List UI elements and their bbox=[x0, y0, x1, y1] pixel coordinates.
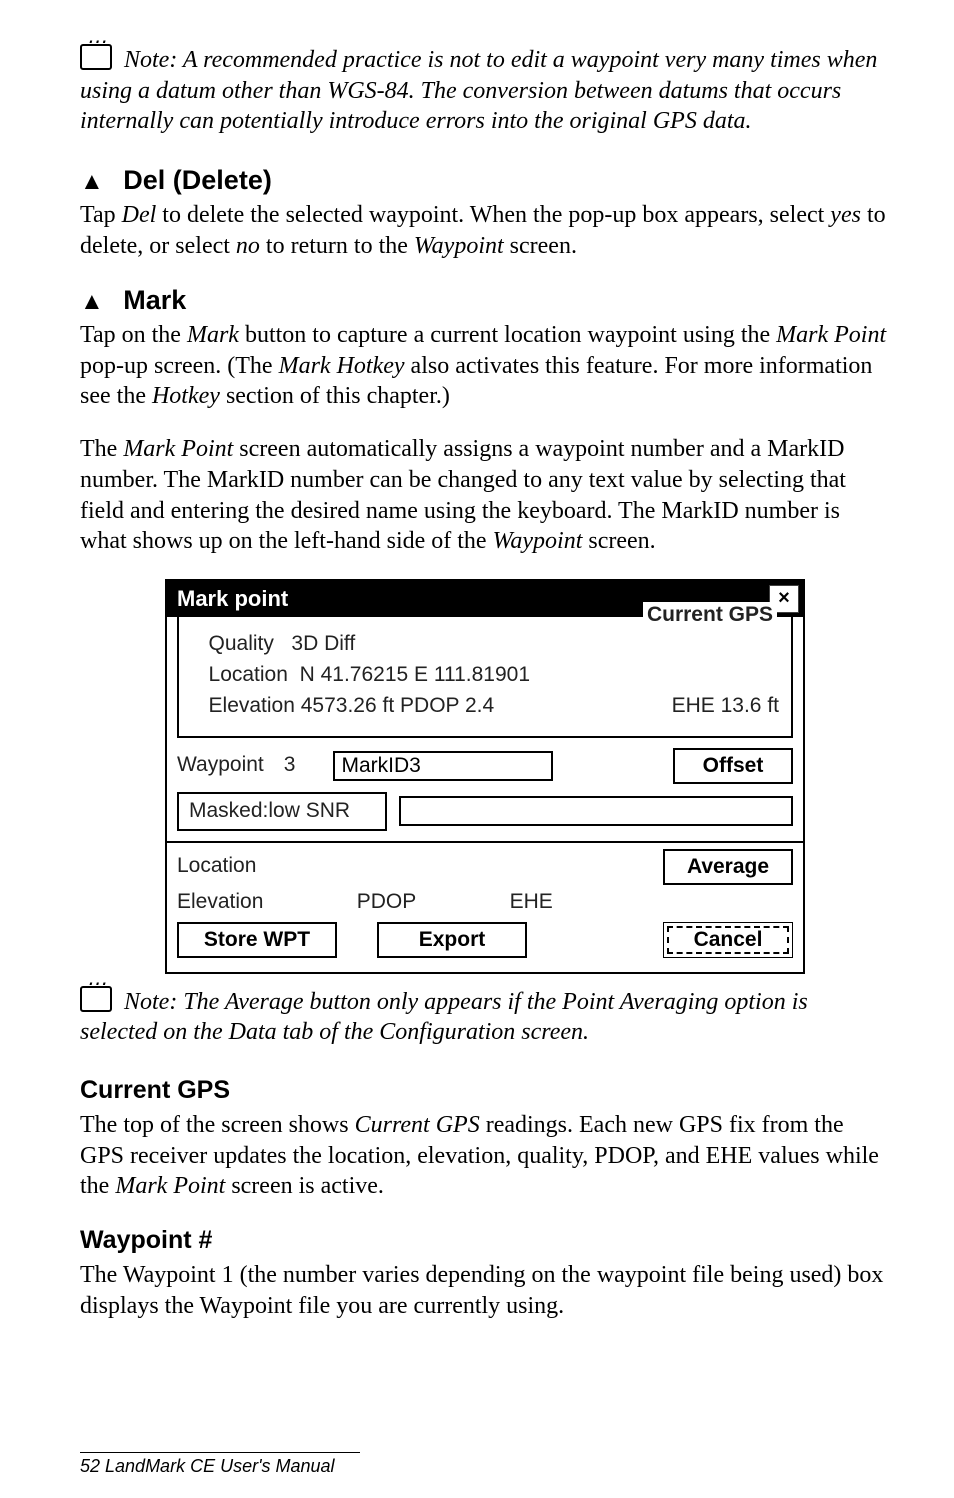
mark-heading-text: Mark bbox=[123, 285, 186, 315]
mark-point-dialog: Mark point × Current GPS Quality 3D Diff… bbox=[165, 579, 805, 974]
t: pop-up screen. (The bbox=[80, 353, 279, 379]
location-label: Location bbox=[191, 662, 300, 689]
page-footer: 52 LandMark CE User's Manual bbox=[80, 1452, 360, 1478]
t: Del bbox=[122, 202, 157, 228]
t: Hotkey bbox=[152, 383, 220, 409]
pdop-value: 2.4 bbox=[465, 694, 494, 717]
note-2: Note: The Average button only appears if… bbox=[80, 986, 890, 1048]
export-button[interactable]: Export bbox=[377, 922, 527, 958]
pdop-field-label: PDOP bbox=[357, 889, 417, 916]
ehe-label: EHE bbox=[672, 694, 715, 717]
t: Mark Point bbox=[115, 1173, 225, 1199]
note-1: Note: A recommended practice is not to e… bbox=[80, 44, 890, 137]
note-icon bbox=[80, 44, 112, 70]
elevation-label: Elevation bbox=[209, 694, 295, 717]
triangle-icon: ▲ bbox=[80, 168, 104, 195]
mark-body-1: Tap on the Mark button to capture a curr… bbox=[80, 320, 890, 412]
dialog-title: Mark point bbox=[177, 585, 288, 613]
t: Waypoint bbox=[493, 528, 583, 554]
location-field-label: Location bbox=[177, 853, 256, 880]
offset-button[interactable]: Offset bbox=[673, 748, 793, 784]
t: The top of the screen shows bbox=[80, 1112, 355, 1138]
t: Location bbox=[209, 663, 288, 686]
ehe-field-label: EHE bbox=[510, 889, 570, 916]
elevation-group: Elevation 4573.26 ft PDOP 2.4 bbox=[191, 693, 494, 720]
subheading-waypoint-num: Waypoint # bbox=[80, 1224, 890, 1256]
average-button[interactable]: Average bbox=[663, 849, 793, 885]
quality-value: 3D Diff bbox=[291, 631, 355, 658]
current-gps-group: Current GPS Quality 3D Diff Location N 4… bbox=[177, 615, 793, 738]
subheading-current-gps: Current GPS bbox=[80, 1074, 890, 1106]
t: button to capture a current location way… bbox=[239, 322, 776, 348]
t: to return to the bbox=[260, 233, 414, 259]
pdop-label: PDOP bbox=[400, 694, 459, 717]
t: screen. bbox=[504, 233, 577, 259]
masked-input[interactable] bbox=[399, 796, 793, 826]
masked-label: Masked:low SNR bbox=[177, 792, 387, 831]
triangle-icon: ▲ bbox=[80, 288, 104, 315]
t: Mark Point bbox=[776, 322, 886, 348]
t: Tap on the bbox=[80, 322, 187, 348]
note-icon bbox=[80, 986, 112, 1012]
location-value: N 41.76215 E 111.81901 bbox=[300, 662, 530, 689]
t: Mark Hotkey bbox=[279, 353, 405, 379]
waypoint-number: 3 bbox=[284, 752, 296, 779]
t: to delete the selected waypoint. When th… bbox=[156, 202, 830, 228]
current-gps-legend: Current GPS bbox=[643, 602, 777, 629]
waypoint-num-body: The Waypoint 1 (the number varies depend… bbox=[80, 1260, 890, 1321]
separator bbox=[167, 841, 803, 843]
section-mark-heading: ▲ Mark bbox=[80, 283, 890, 318]
t: The bbox=[80, 436, 123, 462]
t: screen is active. bbox=[225, 1173, 384, 1199]
t: Quality bbox=[209, 632, 274, 655]
t: Tap bbox=[80, 202, 122, 228]
current-gps-body: The top of the screen shows Current GPS … bbox=[80, 1110, 890, 1202]
elevation-value: 4573.26 ft bbox=[301, 694, 394, 717]
t: section of this chapter.) bbox=[220, 383, 450, 409]
section-del-heading: ▲ Del (Delete) bbox=[80, 163, 890, 198]
elevation-field-label: Elevation bbox=[177, 889, 263, 916]
waypoint-label: Waypoint bbox=[177, 752, 264, 779]
t: yes bbox=[830, 202, 861, 228]
t: Mark Point bbox=[123, 436, 233, 462]
mark-point-dialog-figure: Mark point × Current GPS Quality 3D Diff… bbox=[80, 579, 890, 974]
t: no bbox=[236, 233, 260, 259]
del-heading-text: Del (Delete) bbox=[123, 165, 272, 195]
t: screen. bbox=[582, 528, 655, 554]
markid-input[interactable] bbox=[333, 751, 553, 781]
t: Current GPS bbox=[355, 1112, 480, 1138]
ehe-value: 13.6 ft bbox=[721, 694, 779, 717]
cancel-button[interactable]: Cancel bbox=[663, 922, 793, 958]
ehe-group: EHE 13.6 ft bbox=[672, 693, 779, 720]
note-2-text: Note: The Average button only appears if… bbox=[80, 989, 808, 1046]
quality-label: Quality bbox=[191, 631, 291, 658]
del-body: Tap Del to delete the selected waypoint.… bbox=[80, 200, 890, 261]
t: Waypoint bbox=[414, 233, 504, 259]
mark-body-2: The Mark Point screen automatically assi… bbox=[80, 434, 890, 557]
store-wpt-button[interactable]: Store WPT bbox=[177, 922, 337, 958]
note-1-text: Note: A recommended practice is not to e… bbox=[80, 47, 877, 134]
t: Mark bbox=[187, 322, 239, 348]
